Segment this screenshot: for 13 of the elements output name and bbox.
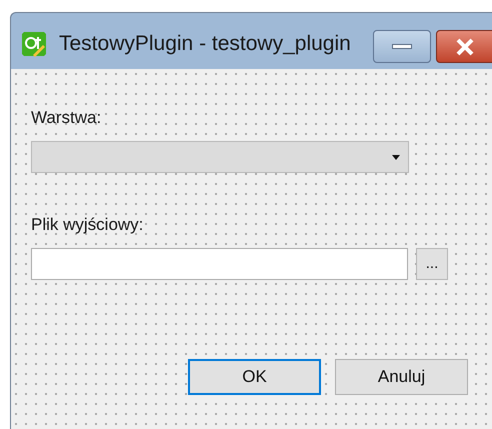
output-file-field[interactable] <box>31 248 408 280</box>
close-icon <box>455 38 475 56</box>
browse-button[interactable]: ... <box>416 248 448 280</box>
window-title: TestowyPlugin - testowy_plugin <box>59 31 351 57</box>
app-logo-icon <box>21 31 47 57</box>
dialog-button[interactable]: OK <box>188 359 321 395</box>
output-file-label: Plik wyjściowy: <box>31 214 144 236</box>
minimize-icon <box>392 44 412 49</box>
minimize-button[interactable] <box>373 30 431 63</box>
dropdown-arrow-icon <box>392 154 400 160</box>
layer-label: Warstwa: <box>31 107 102 129</box>
dialog-button[interactable]: Anuluj <box>335 359 468 395</box>
close-button[interactable] <box>436 30 492 63</box>
